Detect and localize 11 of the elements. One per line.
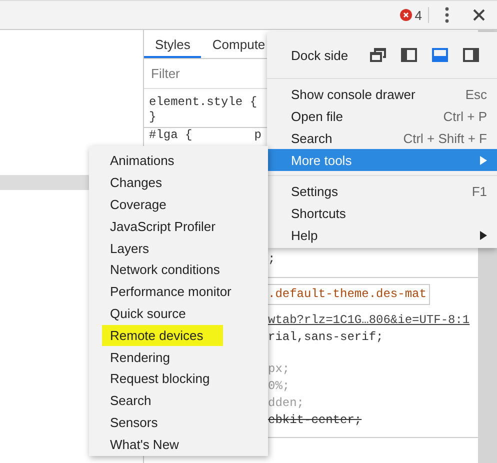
- code-line: element.style {: [149, 95, 258, 109]
- code-line: }: [149, 110, 156, 124]
- code-line: rial,sans-serif;: [268, 330, 384, 344]
- code-line: ebkit-center;: [268, 413, 362, 427]
- code-line: px;: [268, 362, 290, 376]
- code-line: 0%;: [268, 379, 290, 393]
- menu-label: Dock side: [291, 48, 350, 62]
- code-line: dden;: [268, 396, 304, 410]
- code-line: #lga {: [149, 128, 192, 143]
- code-fragment: p: [254, 128, 262, 143]
- code-line: ;: [268, 252, 276, 266]
